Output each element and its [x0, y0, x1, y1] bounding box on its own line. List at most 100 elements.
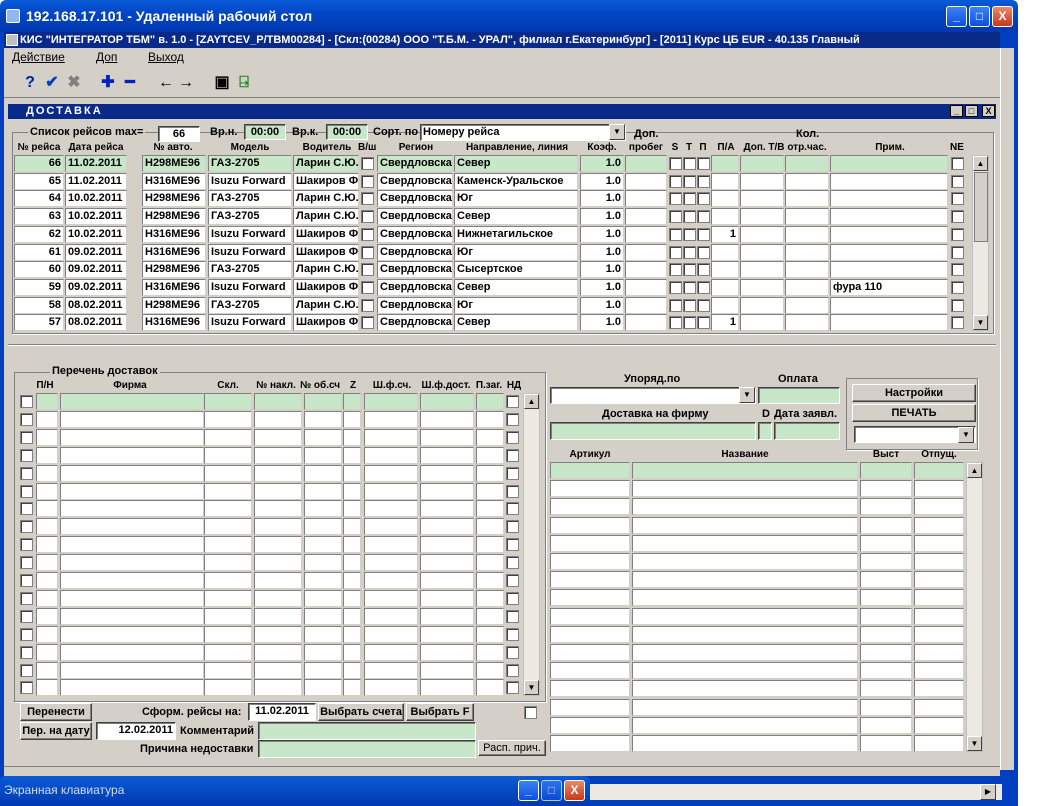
deliv-nd-checkbox[interactable] [506, 412, 519, 426]
deliv-cell[interactable] [36, 661, 58, 679]
deliv-nd-checkbox[interactable] [506, 574, 519, 587]
deliv-cell[interactable] [420, 518, 474, 536]
deliv-cell[interactable] [36, 500, 58, 518]
trip-model-cell[interactable]: Isuzu Forward [208, 314, 292, 332]
trip-t-checkbox[interactable] [683, 192, 696, 206]
osk-window[interactable]: Экранная клавиатура _ □ X [0, 776, 590, 806]
trip-t-checkbox[interactable] [683, 174, 696, 188]
deliv-cell[interactable] [304, 625, 342, 643]
trip-ne-checkbox[interactable] [951, 157, 964, 170]
deliv-cell[interactable] [476, 554, 504, 572]
trip-model-cell[interactable]: ГАЗ-2705 [208, 261, 292, 279]
trip-car-cell[interactable]: H298ME96 [142, 296, 206, 314]
trip-hours-cell[interactable] [785, 225, 829, 243]
item-cell[interactable] [550, 516, 630, 534]
trip-pa-cell[interactable] [711, 155, 739, 172]
deliv-cell[interactable] [304, 428, 342, 446]
item-cell[interactable] [914, 480, 964, 498]
trip-driver-cell[interactable]: Шакиров Ф. [293, 243, 359, 261]
trip-region-cell[interactable]: Свердловска [377, 190, 453, 208]
trip-ne-checkbox[interactable] [951, 174, 964, 188]
deliv-cell[interactable] [60, 500, 204, 518]
deliv-cell[interactable] [343, 428, 361, 446]
inner-maximize-button[interactable]: □ [965, 105, 978, 117]
deliv-cell[interactable] [254, 679, 302, 697]
rdp-title-bar[interactable]: 192.168.17.101 - Удаленный рабочий стол … [0, 0, 1018, 32]
scroll-thumb[interactable] [974, 172, 988, 242]
deliv-cell[interactable] [36, 446, 58, 464]
trip-coef-cell[interactable]: 1.0 [580, 243, 624, 261]
deliv-cell[interactable] [36, 589, 58, 607]
deliv-cell[interactable] [476, 607, 504, 625]
item-cell[interactable] [860, 534, 912, 552]
trip-driver-cell[interactable]: Ларин С.Ю. [293, 208, 359, 226]
deliv-cell[interactable] [204, 643, 252, 661]
item-cell[interactable] [860, 716, 912, 734]
deliv-cell[interactable] [343, 518, 361, 536]
item-cell[interactable] [632, 571, 858, 589]
trip-direction-cell[interactable]: Север [454, 278, 578, 296]
maximize-button[interactable]: □ [969, 6, 990, 27]
deliv-cell[interactable] [60, 410, 204, 428]
deliv-nd-checkbox[interactable] [506, 395, 519, 408]
trip-car-cell[interactable]: H316ME96 [142, 278, 206, 296]
trip-pa-cell[interactable] [711, 190, 739, 208]
trip-p-checkbox[interactable] [697, 192, 710, 206]
deliv-cell[interactable] [476, 500, 504, 518]
item-cell[interactable] [632, 534, 858, 552]
deliv-cell[interactable] [364, 607, 418, 625]
deliv-cell[interactable] [343, 554, 361, 572]
deliv-select-checkbox[interactable] [20, 448, 33, 462]
deliv-cell[interactable] [364, 589, 418, 607]
deliv-cell[interactable] [304, 607, 342, 625]
deliv-cell[interactable] [476, 536, 504, 554]
deliv-cell[interactable] [254, 428, 302, 446]
deliv-cell[interactable] [204, 572, 252, 589]
deliv-select-checkbox[interactable] [20, 574, 33, 587]
deliv-select-checkbox[interactable] [20, 681, 33, 695]
deliv-cell[interactable] [364, 410, 418, 428]
trip-note-cell[interactable] [830, 296, 948, 314]
deliv-cell[interactable] [364, 518, 418, 536]
move-date-input[interactable]: 12.02.2011 [96, 722, 176, 740]
deliv-nd-checkbox[interactable] [506, 484, 519, 498]
deliv-cell[interactable] [343, 625, 361, 643]
trip-note-cell[interactable] [830, 314, 948, 332]
trip-model-cell[interactable]: ГАЗ-2705 [208, 190, 292, 208]
deliv-cell[interactable] [60, 536, 204, 554]
trip-driver-cell[interactable]: Ларин С.Ю. [293, 296, 359, 314]
comment-field[interactable] [258, 722, 476, 740]
check-icon[interactable]: ✔ [42, 74, 62, 92]
scroll-down-icon[interactable]: ▼ [973, 315, 988, 330]
item-cell[interactable] [914, 498, 964, 516]
deliv-cell[interactable] [60, 625, 204, 643]
trip-no-cell[interactable]: 58 [14, 296, 64, 314]
item-cell[interactable] [550, 644, 630, 661]
trip-driver-cell[interactable]: Шакиров Ф. [293, 314, 359, 332]
trip-pa-cell[interactable] [711, 278, 739, 296]
item-cell[interactable] [860, 735, 912, 752]
print-button[interactable]: ПЕЧАТЬ [852, 404, 976, 422]
trip-date-cell[interactable]: 08.02.2011 [65, 296, 127, 314]
trip-car-cell[interactable]: H316ME96 [142, 314, 206, 332]
deliv-cell[interactable] [476, 518, 504, 536]
deliv-cell[interactable] [60, 393, 204, 410]
trip-no-cell[interactable]: 65 [14, 172, 64, 190]
trip-car-cell[interactable]: H316ME96 [142, 172, 206, 190]
deliv-cell[interactable] [364, 428, 418, 446]
horizontal-scrollbar[interactable]: ▶ [590, 784, 1002, 800]
trip-driver-cell[interactable]: Шакиров Ф. [293, 278, 359, 296]
deliv-cell[interactable] [60, 661, 204, 679]
deliv-nd-checkbox[interactable] [506, 466, 519, 480]
trip-p-checkbox[interactable] [697, 210, 710, 224]
trip-direction-cell[interactable]: Юг [454, 190, 578, 208]
trip-mileage-cell[interactable] [625, 225, 667, 243]
trip-coef-cell[interactable]: 1.0 [580, 155, 624, 172]
deliv-cell[interactable] [254, 410, 302, 428]
cancel-icon[interactable]: ✖ [64, 74, 84, 92]
splitter[interactable] [8, 344, 996, 346]
deliv-cell[interactable] [304, 446, 342, 464]
deliv-cell[interactable] [420, 464, 474, 482]
deliv-scroll-up-icon[interactable]: ▲ [524, 394, 539, 409]
deliv-cell[interactable] [60, 607, 204, 625]
